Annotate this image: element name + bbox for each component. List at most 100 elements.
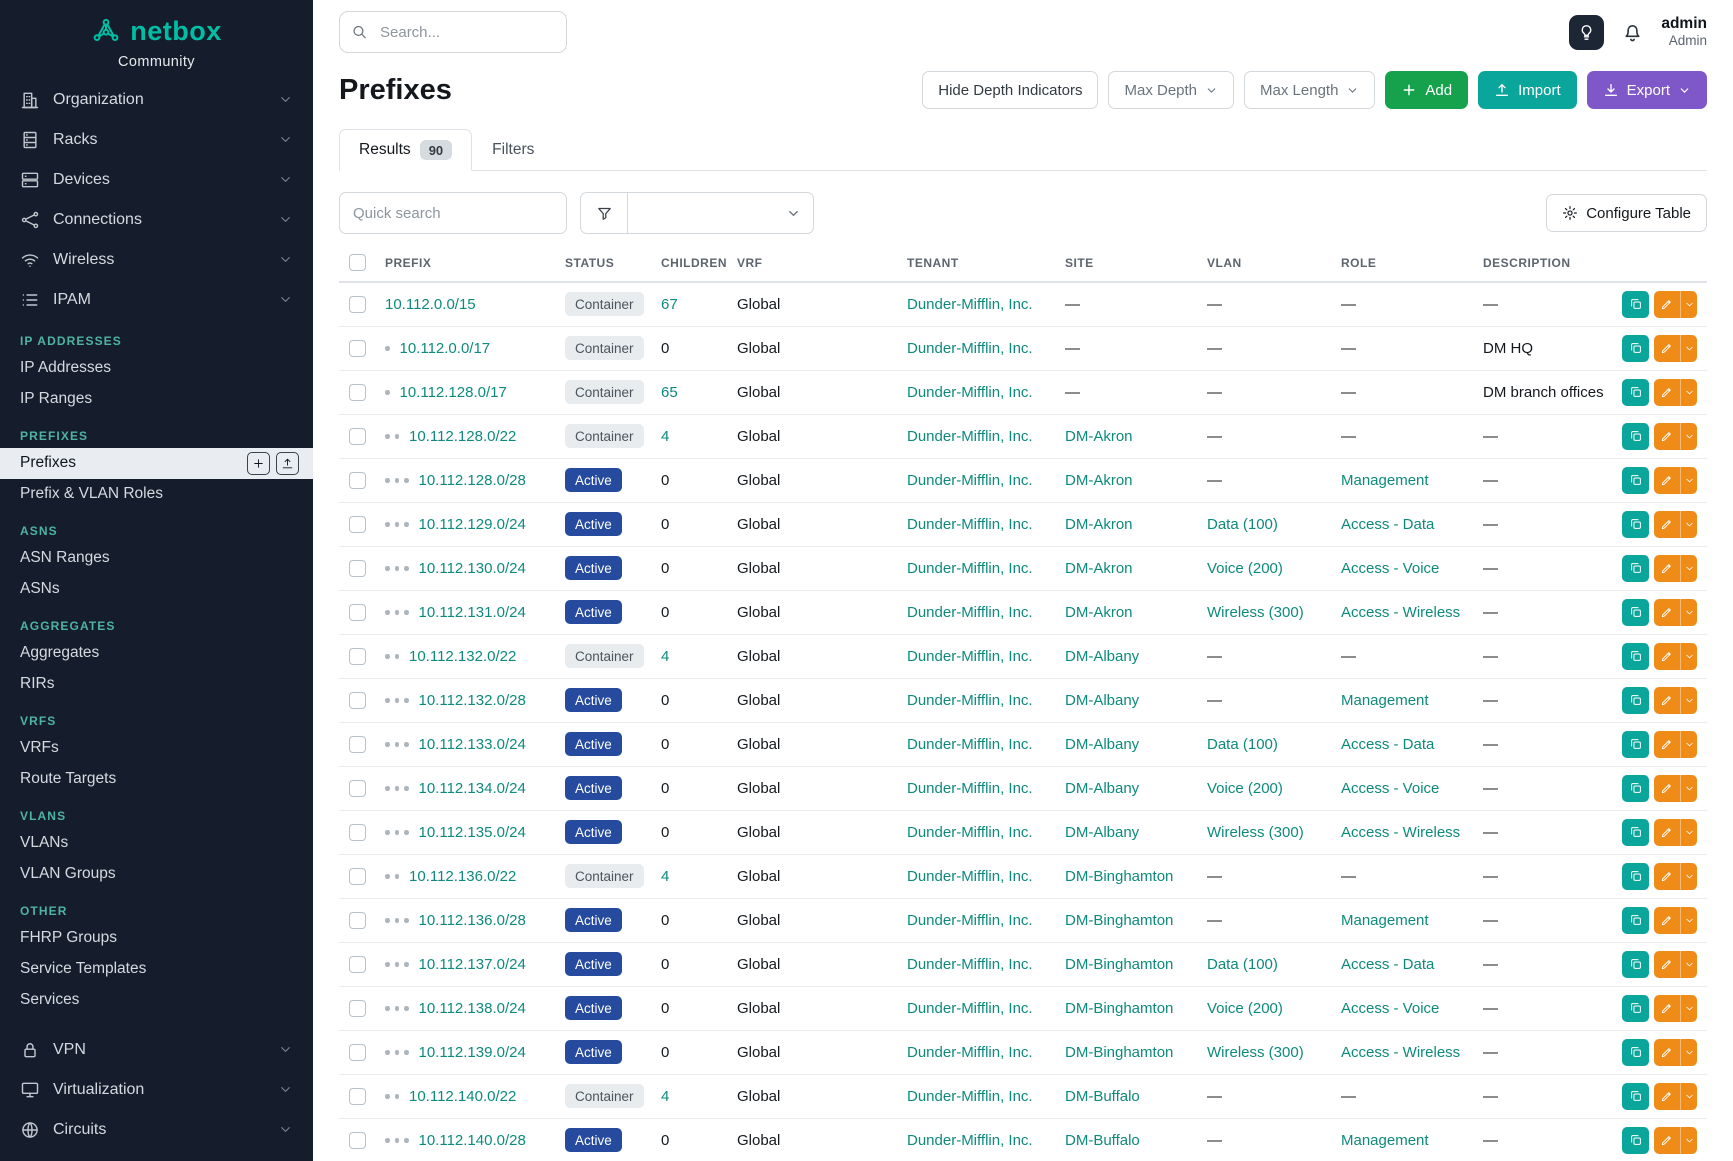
edit-dropdown-caret[interactable] xyxy=(1680,1039,1697,1066)
prefix-link[interactable]: 10.112.128.0/17 xyxy=(400,384,507,401)
column-header-vlan[interactable]: VLAN xyxy=(1197,246,1331,282)
hide-depth-indicators-button[interactable]: Hide Depth Indicators xyxy=(922,71,1098,109)
copy-button[interactable] xyxy=(1622,643,1649,670)
edit-button[interactable] xyxy=(1654,555,1697,582)
role-link[interactable]: Access - Voice xyxy=(1341,560,1439,577)
copy-button[interactable] xyxy=(1622,1083,1649,1110)
column-header-site[interactable]: Site xyxy=(1055,246,1197,282)
brand[interactable]: netbox Community xyxy=(0,0,313,80)
site-link[interactable]: DM-Albany xyxy=(1065,780,1139,797)
vlan-link[interactable]: Voice (200) xyxy=(1207,560,1283,577)
children-count-link[interactable]: 65 xyxy=(661,384,678,401)
sidebar-item-asn-ranges[interactable]: ASN Ranges xyxy=(0,543,313,574)
sidebar-item-prefix-vlan-roles[interactable]: Prefix & VLAN Roles xyxy=(0,479,313,510)
site-link[interactable]: DM-Buffalo xyxy=(1065,1132,1140,1149)
prefix-link[interactable]: 10.112.139.0/24 xyxy=(419,1044,526,1061)
sidebar-item-circuits[interactable]: Circuits xyxy=(0,1110,313,1150)
edit-dropdown-caret[interactable] xyxy=(1680,555,1697,582)
tenant-link[interactable]: Dunder-Mifflin, Inc. xyxy=(907,340,1033,357)
prefix-link[interactable]: 10.112.140.0/22 xyxy=(409,1088,516,1105)
saved-filter-select[interactable] xyxy=(628,193,813,233)
site-link[interactable]: DM-Binghamton xyxy=(1065,956,1173,973)
row-checkbox[interactable] xyxy=(349,956,366,973)
tenant-link[interactable]: Dunder-Mifflin, Inc. xyxy=(907,1044,1033,1061)
quick-search-input[interactable] xyxy=(339,192,567,234)
vlan-link[interactable]: Data (100) xyxy=(1207,956,1278,973)
tenant-link[interactable]: Dunder-Mifflin, Inc. xyxy=(907,912,1033,929)
children-count-link[interactable]: 67 xyxy=(661,296,678,313)
edit-dropdown-caret[interactable] xyxy=(1680,907,1697,934)
tenant-link[interactable]: Dunder-Mifflin, Inc. xyxy=(907,692,1033,709)
edit-button[interactable] xyxy=(1654,1039,1697,1066)
role-link[interactable]: Access - Wireless xyxy=(1341,604,1460,621)
vlan-link[interactable]: Data (100) xyxy=(1207,516,1278,533)
row-checkbox[interactable] xyxy=(349,736,366,753)
tenant-link[interactable]: Dunder-Mifflin, Inc. xyxy=(907,780,1033,797)
row-checkbox[interactable] xyxy=(349,516,366,533)
sidebar-item-racks[interactable]: Racks xyxy=(0,120,313,160)
column-header-tenant[interactable]: Tenant xyxy=(897,246,1055,282)
export-button[interactable]: Export xyxy=(1587,71,1707,109)
vlan-link[interactable]: Wireless (300) xyxy=(1207,604,1304,621)
copy-button[interactable] xyxy=(1622,863,1649,890)
edit-dropdown-caret[interactable] xyxy=(1680,775,1697,802)
user-menu[interactable]: admin Admin xyxy=(1661,14,1707,50)
vlan-link[interactable]: Data (100) xyxy=(1207,736,1278,753)
edit-button[interactable] xyxy=(1654,1083,1697,1110)
row-checkbox[interactable] xyxy=(349,912,366,929)
site-link[interactable]: DM-Akron xyxy=(1065,604,1133,621)
edit-dropdown-caret[interactable] xyxy=(1680,731,1697,758)
sidebar-item-vlan-groups[interactable]: VLAN Groups xyxy=(0,859,313,890)
copy-button[interactable] xyxy=(1622,1039,1649,1066)
vlan-link[interactable]: Voice (200) xyxy=(1207,1000,1283,1017)
edit-button[interactable] xyxy=(1654,995,1697,1022)
sidebar-item-ip-ranges[interactable]: IP Ranges xyxy=(0,384,313,415)
copy-button[interactable] xyxy=(1622,951,1649,978)
sidebar-item-devices[interactable]: Devices xyxy=(0,160,313,200)
tenant-link[interactable]: Dunder-Mifflin, Inc. xyxy=(907,824,1033,841)
import-button[interactable]: Import xyxy=(1478,71,1577,109)
row-checkbox[interactable] xyxy=(349,648,366,665)
role-link[interactable]: Management xyxy=(1341,472,1429,489)
edit-dropdown-caret[interactable] xyxy=(1680,335,1697,362)
global-search-input[interactable] xyxy=(339,11,567,53)
sidebar-item-prefixes[interactable]: Prefixes xyxy=(0,448,313,479)
sidebar-item-ip-addresses[interactable]: IP Addresses xyxy=(0,353,313,384)
row-checkbox[interactable] xyxy=(349,824,366,841)
edit-button[interactable] xyxy=(1654,335,1697,362)
edit-dropdown-caret[interactable] xyxy=(1680,511,1697,538)
row-checkbox[interactable] xyxy=(349,560,366,577)
edit-button[interactable] xyxy=(1654,467,1697,494)
role-link[interactable]: Access - Voice xyxy=(1341,1000,1439,1017)
role-link[interactable]: Access - Wireless xyxy=(1341,1044,1460,1061)
edit-dropdown-caret[interactable] xyxy=(1680,1083,1697,1110)
prefix-link[interactable]: 10.112.131.0/24 xyxy=(419,604,526,621)
tenant-link[interactable]: Dunder-Mifflin, Inc. xyxy=(907,428,1033,445)
column-header-role[interactable]: Role xyxy=(1331,246,1473,282)
prefix-link[interactable]: 10.112.136.0/28 xyxy=(419,912,526,929)
edit-dropdown-caret[interactable] xyxy=(1680,379,1697,406)
copy-button[interactable] xyxy=(1622,907,1649,934)
row-checkbox[interactable] xyxy=(349,472,366,489)
tenant-link[interactable]: Dunder-Mifflin, Inc. xyxy=(907,648,1033,665)
row-checkbox[interactable] xyxy=(349,868,366,885)
tenant-link[interactable]: Dunder-Mifflin, Inc. xyxy=(907,1132,1033,1149)
tenant-link[interactable]: Dunder-Mifflin, Inc. xyxy=(907,384,1033,401)
site-link[interactable]: DM-Buffalo xyxy=(1065,1088,1140,1105)
vlan-link[interactable]: Wireless (300) xyxy=(1207,824,1304,841)
tenant-link[interactable]: Dunder-Mifflin, Inc. xyxy=(907,868,1033,885)
notifications-button[interactable] xyxy=(1621,21,1644,44)
column-header-vrf[interactable]: VRF xyxy=(727,246,897,282)
theme-toggle-button[interactable] xyxy=(1569,15,1604,50)
column-header-prefix[interactable]: Prefix xyxy=(375,246,555,282)
children-count-link[interactable]: 4 xyxy=(661,868,669,885)
site-link[interactable]: DM-Albany xyxy=(1065,824,1139,841)
sidebar-item-virtualization[interactable]: Virtualization xyxy=(0,1070,313,1110)
tenant-link[interactable]: Dunder-Mifflin, Inc. xyxy=(907,560,1033,577)
tenant-link[interactable]: Dunder-Mifflin, Inc. xyxy=(907,1088,1033,1105)
sidebar-item-organization[interactable]: Organization xyxy=(0,80,313,120)
site-link[interactable]: DM-Akron xyxy=(1065,428,1133,445)
column-header-description[interactable]: Description xyxy=(1473,246,1611,282)
edit-button[interactable] xyxy=(1654,731,1697,758)
copy-button[interactable] xyxy=(1622,423,1649,450)
